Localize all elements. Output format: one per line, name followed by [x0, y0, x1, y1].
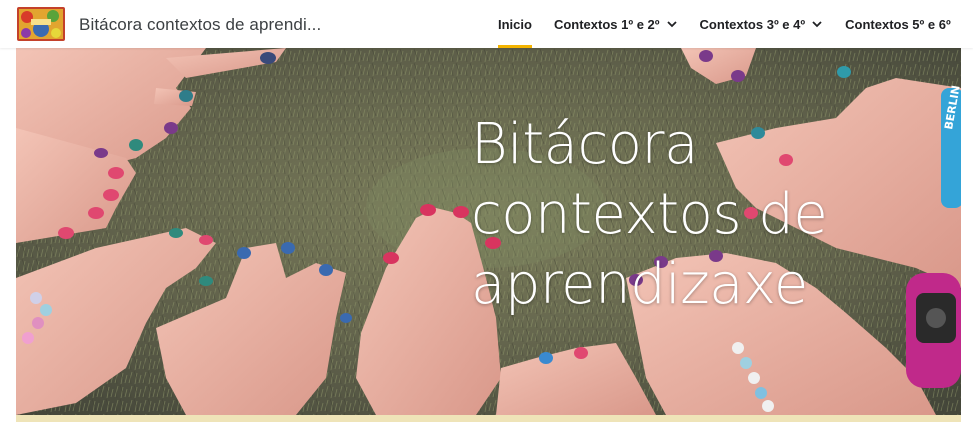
chevron-down-icon: [666, 21, 677, 28]
hero-title-line-2: contextos de: [471, 182, 828, 247]
hero-title-line-1: Bitácora: [471, 112, 698, 177]
nav-item-contextos-1-2[interactable]: Contextos 1º e 2º: [554, 0, 678, 48]
left-margin: [0, 0, 16, 422]
site-title[interactable]: Bitácora contextos de aprendi...: [79, 15, 321, 35]
nav-item-contextos-3-4[interactable]: Contextos 3º e 4º: [700, 0, 824, 48]
chevron-down-icon: [812, 21, 822, 28]
hero-bottom-border: [16, 415, 961, 422]
site-header: Bitácora contextos de aprendi... Inicio …: [0, 0, 973, 48]
page: Bitácora contextos de aprendi... Inicio …: [0, 0, 973, 422]
nav-item-label: Inicio: [498, 16, 532, 32]
nav-item-inicio[interactable]: Inicio: [498, 0, 532, 48]
nav-item-label: Contextos 1º e 2º: [553, 16, 660, 32]
main-nav: Inicio Contextos 1º e 2º Contextos 3º e …: [498, 0, 973, 48]
hero-banner: BERLIN Bitácora contextos de aprendizaxe: [16, 48, 961, 415]
watch-icon: [906, 273, 961, 388]
hero-title: Bitácora contextos de aprendizaxe: [471, 110, 901, 320]
nav-item-label: Contextos 5º e 6º: [845, 16, 951, 32]
site-logo-icon[interactable]: [17, 7, 65, 41]
nav-item-contextos-5-6[interactable]: Contextos 5º e 6º: [845, 0, 951, 48]
right-margin: [961, 0, 973, 422]
nav-item-label: Contextos 3º e 4º: [699, 16, 806, 32]
hero-title-line-3: aprendizaxe: [471, 252, 808, 317]
